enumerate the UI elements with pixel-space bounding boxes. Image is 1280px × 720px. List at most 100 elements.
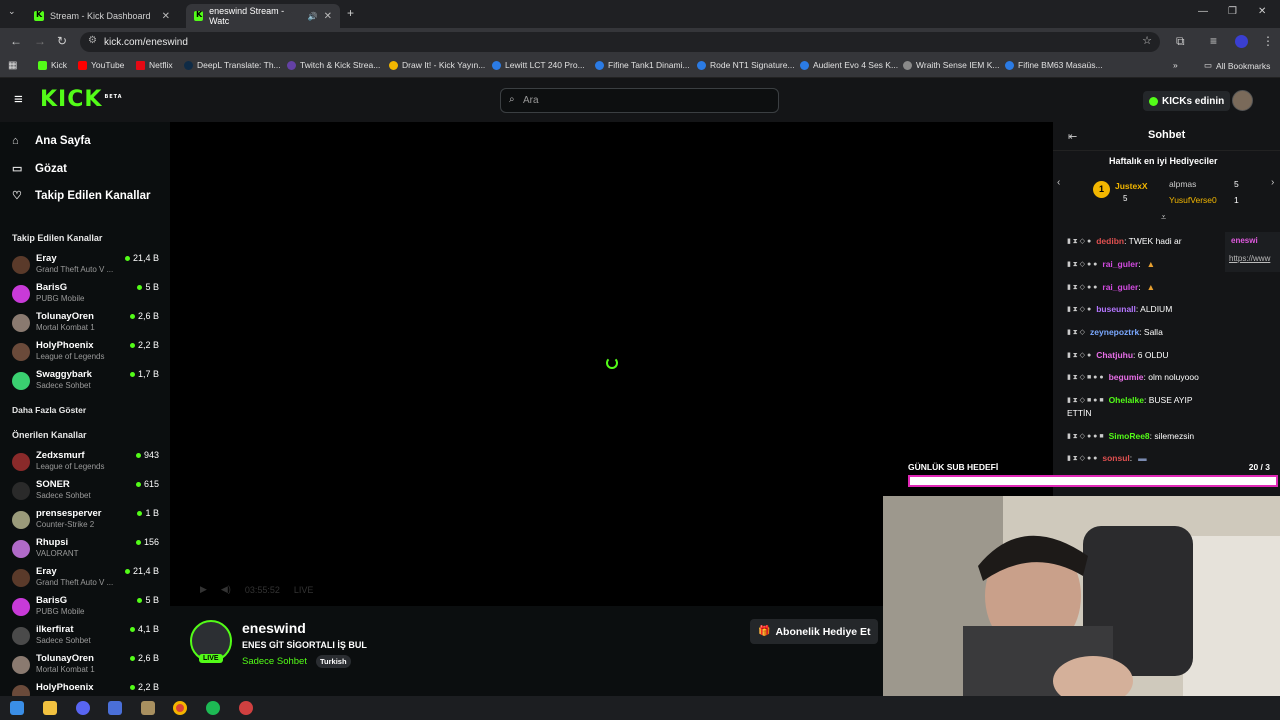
sidebar-item-following[interactable]: ♡ Takip Edilen Kanallar	[12, 189, 150, 203]
channel-item[interactable]: Eray Grand Theft Auto V ... 21,4 B	[12, 253, 162, 281]
expand-chevron-icon[interactable]: ⩡	[1161, 212, 1166, 223]
channel-item[interactable]: HolyPhoenix League of Legends 2,2 B	[12, 340, 162, 368]
chat-username[interactable]: zeynepoztrk	[1090, 327, 1139, 337]
user-avatar[interactable]	[1232, 90, 1253, 111]
mod-tools-icon[interactable]: ▮ ⧗ ◇ ■ ● ●	[1067, 373, 1104, 382]
tab-search-icon[interactable]: ⌄	[8, 6, 16, 17]
hamburger-menu-icon[interactable]: ≡	[14, 91, 23, 108]
extensions-icon[interactable]: ⧉	[1176, 34, 1185, 49]
bookmark-fifine-tank[interactable]: Fifine Tank1 Dinami...	[595, 60, 690, 70]
file-explorer-icon[interactable]	[43, 701, 57, 715]
chat-username[interactable]: rai_guler	[1102, 259, 1138, 269]
tab-kick-dashboard[interactable]: Stream - Kick Dashboard ✕	[26, 4, 178, 28]
menu-dots-icon[interactable]: ⋮	[1262, 34, 1274, 48]
mod-tools-icon[interactable]: ▮ ⧗ ◇ ● ● ■	[1067, 432, 1104, 441]
discord-icon[interactable]	[76, 701, 90, 715]
windows-start-icon[interactable]	[10, 701, 24, 715]
bookmark-deepl[interactable]: DeepL Translate: Th...	[184, 60, 281, 70]
channel-item[interactable]: BarisG PUBG Mobile 5 B	[12, 282, 162, 310]
chat-username[interactable]: SimoRee8	[1109, 431, 1150, 441]
mod-tools-icon[interactable]: ▮ ⧗ ◇ ● ●	[1067, 260, 1097, 269]
mod-tools-icon[interactable]: ▮ ⧗ ◇ ■ ● ■	[1067, 396, 1104, 405]
tab-eneswind-stream[interactable]: eneswind Stream - Watc 🔊 ✕	[186, 4, 340, 28]
pinned-username[interactable]: eneswi	[1231, 236, 1258, 245]
speaker-icon[interactable]: 🔊	[308, 12, 318, 21]
language-tag[interactable]: Turkish	[316, 655, 351, 668]
volume-icon[interactable]: ◀)	[221, 584, 231, 595]
mod-tools-icon[interactable]: ▮ ⧗ ◇	[1067, 328, 1085, 337]
chat-username[interactable]: Chatjuhu	[1096, 350, 1133, 360]
close-tab-icon[interactable]: ✕	[324, 11, 332, 22]
channel-item[interactable]: Zedxsmurf League of Legends 943	[12, 450, 162, 478]
bookmark-star-icon[interactable]: ☆	[1142, 34, 1152, 47]
forward-icon[interactable]: →	[34, 34, 46, 48]
minimize-icon[interactable]: —	[1198, 6, 1208, 17]
channel-item[interactable]: HolyPhoenix 2,2 B	[12, 682, 162, 696]
mod-tools-icon[interactable]: ▮ ⧗ ◇ ●	[1067, 351, 1091, 360]
new-tab-icon[interactable]: +	[347, 6, 354, 20]
channel-item[interactable]: ilkerfirat Sadece Sohbet 4,1 B	[12, 624, 162, 652]
kicks-button[interactable]: KICKs edinin	[1143, 91, 1231, 111]
bookmark-audient[interactable]: Audient Evo 4 Ses K...	[800, 60, 898, 70]
pinned-link[interactable]: https://www	[1229, 254, 1270, 263]
app-icon[interactable]	[141, 701, 155, 715]
mod-tools-icon[interactable]: ▮ ⧗ ◇ ● ●	[1067, 283, 1097, 292]
bookmarks-overflow-icon[interactable]: »	[1173, 60, 1178, 70]
next-arrow-icon[interactable]: ›	[1271, 177, 1274, 188]
obs-icon[interactable]	[239, 701, 253, 715]
bookmark-lewitt[interactable]: Lewitt LCT 240 Pro...	[492, 60, 585, 70]
close-tab-icon[interactable]: ✕	[162, 11, 170, 22]
bookmark-netflix[interactable]: Netflix	[136, 60, 173, 70]
gift-subscription-button[interactable]: 🎁 Abonelik Hediye Et	[750, 619, 878, 644]
bookmark-draw-it[interactable]: Draw It! - Kick Yayın...	[389, 60, 485, 70]
channel-item[interactable]: TolunayOren Mortal Kombat 1 2,6 B	[12, 653, 162, 681]
app-icon[interactable]	[108, 701, 122, 715]
close-window-icon[interactable]: ✕	[1258, 6, 1266, 17]
reload-icon[interactable]: ↻	[57, 34, 67, 48]
channel-item[interactable]: BarisG PUBG Mobile 5 B	[12, 595, 162, 623]
stream-category-link[interactable]: Sadece Sohbet	[242, 656, 307, 667]
play-icon[interactable]: ▶	[200, 584, 207, 595]
chrome-icon[interactable]	[173, 701, 187, 715]
mod-tools-icon[interactable]: ▮ ⧗ ◇ ●	[1067, 305, 1091, 314]
media-icon[interactable]: ≡	[1210, 34, 1217, 48]
gifter-name[interactable]: YusufVerse0	[1169, 195, 1217, 205]
restore-icon[interactable]: ❐	[1228, 6, 1237, 17]
all-bookmarks[interactable]: ▭ All Bookmarks	[1204, 60, 1270, 71]
chat-username[interactable]: dedibn	[1096, 236, 1124, 246]
channel-name[interactable]: eneswind	[242, 620, 306, 636]
chat-username[interactable]: Ohelalke	[1109, 395, 1144, 405]
pinned-message[interactable]: eneswi https://www	[1225, 232, 1280, 272]
chat-username[interactable]: buseunall	[1096, 304, 1136, 314]
gifter-name[interactable]: JustexX	[1115, 181, 1148, 191]
collapse-chat-icon[interactable]: ⇤	[1068, 130, 1077, 143]
sidebar-item-home[interactable]: ⌂ Ana Sayfa	[12, 135, 91, 147]
channel-item[interactable]: Rhupsi VALORANT 156	[12, 537, 162, 565]
sidebar-item-browse[interactable]: ▭ Gözat	[12, 162, 67, 176]
bookmark-wraith[interactable]: Wraith Sense IEM K...	[903, 60, 999, 70]
site-info-icon[interactable]: ⚙	[88, 35, 97, 46]
channel-item[interactable]: SONER Sadece Sohbet 615	[12, 479, 162, 507]
channel-item[interactable]: Eray Grand Theft Auto V ... 21,4 B	[12, 566, 162, 594]
prev-arrow-icon[interactable]: ‹	[1057, 177, 1060, 188]
back-icon[interactable]: ←	[10, 34, 22, 48]
profile-avatar[interactable]	[1235, 35, 1248, 48]
bookmark-kick[interactable]: Kick	[38, 60, 67, 70]
gifter-name[interactable]: alpmas	[1169, 179, 1196, 189]
apps-grid-icon[interactable]: ▦	[8, 60, 17, 71]
chat-username[interactable]: begumie	[1109, 372, 1144, 382]
bookmark-youtube[interactable]: YouTube	[78, 60, 124, 70]
channel-item[interactable]: prensesperver Counter-Strike 2 1 B	[12, 508, 162, 536]
search-input[interactable]: ⌕ Ara	[500, 88, 779, 113]
bookmark-twitch-kick[interactable]: Twitch & Kick Strea...	[287, 60, 380, 70]
mod-tools-icon[interactable]: ▮ ⧗ ◇ ●	[1067, 237, 1091, 246]
url-field[interactable]: ⚙ kick.com/eneswind ☆	[80, 32, 1160, 52]
bookmark-rode[interactable]: Rode NT1 Signature...	[697, 60, 795, 70]
kick-logo[interactable]: KICK BETA	[40, 87, 123, 112]
bookmark-fifine-bm63[interactable]: Fifine BM63 Masaüs...	[1005, 60, 1103, 70]
channel-item[interactable]: Swaggybark Sadece Sohbet 1,7 B	[12, 369, 162, 397]
spotify-icon[interactable]	[206, 701, 220, 715]
channel-item[interactable]: TolunayOren Mortal Kombat 1 2,6 B	[12, 311, 162, 339]
show-more-link[interactable]: Daha Fazla Göster	[12, 405, 86, 415]
chat-username[interactable]: rai_guler	[1102, 282, 1138, 292]
